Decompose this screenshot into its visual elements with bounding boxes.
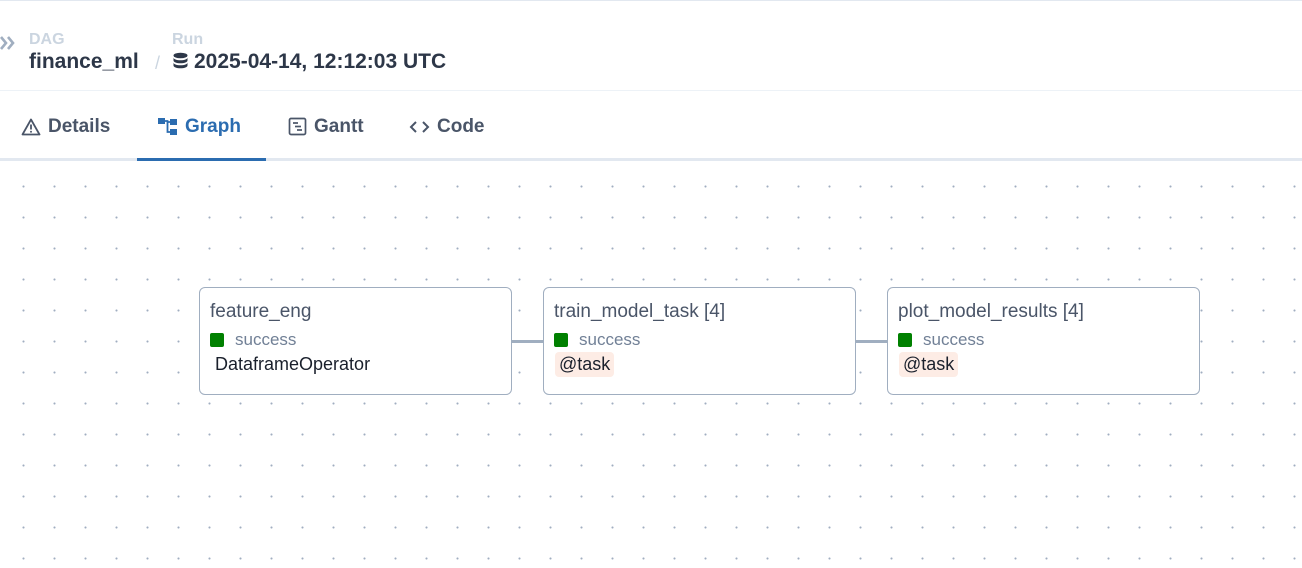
state-color-square — [554, 333, 568, 347]
breadcrumb-dag-label: DAG — [29, 31, 65, 48]
task-operator: DataframeOperator — [215, 354, 371, 374]
edge-feature-eng-to-train-model — [512, 340, 543, 343]
task-node-plot-model-results[interactable]: plot_model_results [4] success @task — [887, 287, 1200, 395]
tab-details[interactable]: Details — [21, 92, 110, 161]
task-state-label: success — [235, 330, 297, 349]
breadcrumb-dag: DAG finance_ml — [29, 31, 139, 75]
tab-gantt-label: Gantt — [314, 115, 364, 137]
task-node-feature-eng[interactable]: feature_eng success DataframeOperator — [199, 287, 512, 395]
task-state-label: success — [579, 330, 641, 349]
state-color-square — [210, 333, 224, 347]
tab-graph[interactable]: Graph — [157, 92, 241, 161]
state-color-square — [898, 333, 912, 347]
task-operator: @task — [899, 352, 959, 377]
task-state: success — [554, 330, 640, 350]
tab-details-label: Details — [48, 115, 111, 137]
tab-bar: Details Graph Gantt Code — [0, 92, 1302, 162]
breadcrumb-run-link[interactable]: 2025-04-14, 12:12:03 UTC — [172, 49, 446, 75]
breadcrumb-dag-link[interactable]: finance_ml — [29, 49, 139, 75]
task-state: success — [898, 330, 984, 350]
graph-icon — [158, 118, 177, 135]
breadcrumb-run-label: Run — [172, 31, 204, 48]
task-state: success — [210, 330, 296, 350]
graph-canvas[interactable]: feature_eng success DataframeOperator tr… — [0, 161, 1302, 568]
tab-gantt[interactable]: Gantt — [288, 92, 364, 161]
breadcrumb-run: Run 2025-04-14, 12:12:03 UTC — [172, 31, 446, 75]
tab-graph-label: Graph — [185, 115, 241, 137]
run-timestamp: 2025-04-14, 12:12:03 UTC — [194, 50, 447, 73]
task-operator: @task — [555, 352, 615, 377]
gantt-icon — [288, 117, 307, 136]
tab-code[interactable]: Code — [409, 92, 485, 161]
task-node-train-model-task[interactable]: train_model_task [4] success @task — [543, 287, 856, 395]
breadcrumb-separator: / — [155, 53, 161, 73]
page-header: DAG finance_ml / Run 2025-04-14, 12:12:0… — [0, 1, 1302, 91]
task-name: train_model_task [4] — [554, 301, 726, 322]
expand-sidebar-icon[interactable] — [0, 34, 16, 52]
code-icon — [409, 120, 430, 133]
task-state-label: success — [923, 330, 985, 349]
edge-train-model-to-plot-results — [856, 340, 887, 343]
warning-icon — [21, 118, 41, 135]
task-name: feature_eng — [210, 301, 312, 322]
tab-code-label: Code — [437, 115, 485, 137]
task-name: plot_model_results [4] — [898, 301, 1084, 322]
database-icon — [173, 52, 188, 69]
